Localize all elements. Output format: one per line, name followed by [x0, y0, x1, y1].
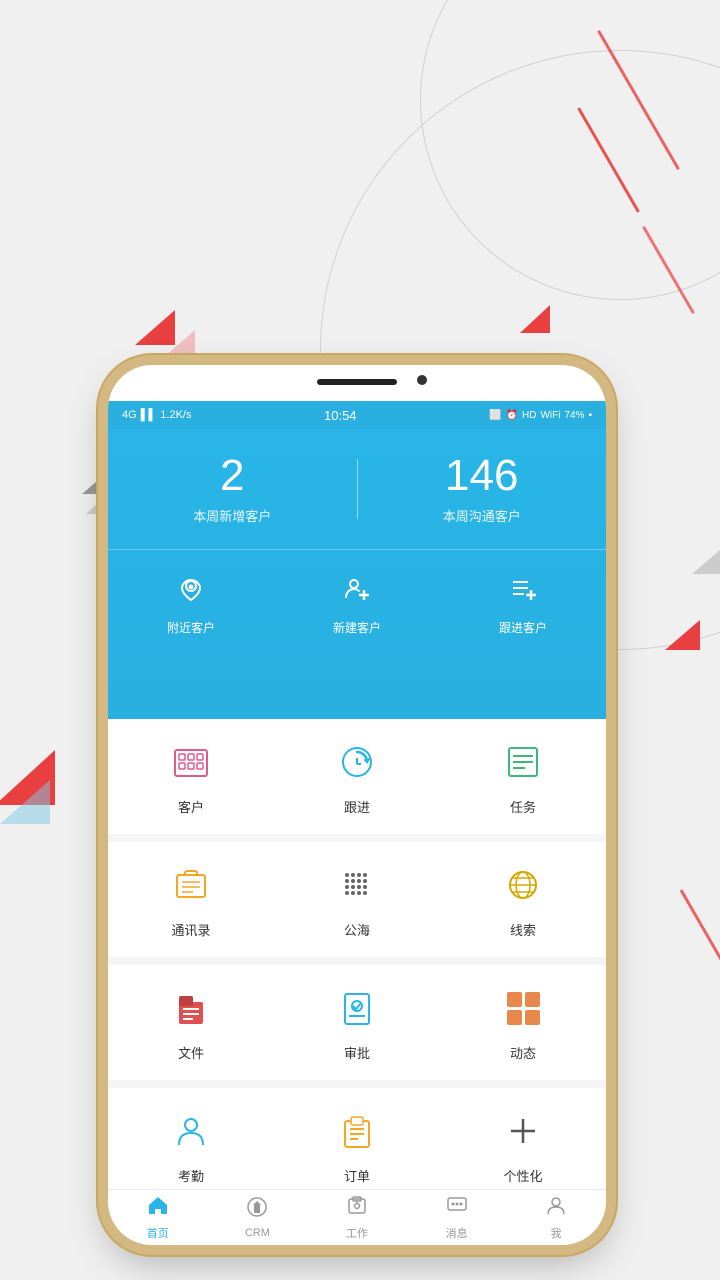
grid-row-1: 客户 跟进: [108, 719, 606, 834]
new-customers-stat: 2 本周新增客户: [108, 454, 357, 525]
dynamic-icon: [498, 983, 548, 1033]
grid-row-3: 文件 审批: [108, 965, 606, 1080]
new-customer-button[interactable]: 新建客户: [333, 574, 381, 636]
followup-label: 跟进客户: [499, 619, 547, 636]
phone-speaker: [317, 379, 397, 385]
nearby-icon: [176, 574, 206, 611]
speed-label: 1.2K/s: [160, 409, 191, 421]
wifi-icon: WiFi: [540, 410, 560, 421]
nav-work[interactable]: 工作: [327, 1194, 387, 1241]
grid-row-2: 通讯录: [108, 842, 606, 957]
contacted-customers-label: 本周沟通客户: [443, 506, 521, 525]
grid-item-leads[interactable]: 线索: [483, 860, 563, 939]
work-icon: [346, 1194, 368, 1222]
nav-crm-label: CRM: [245, 1227, 270, 1239]
files-label: 文件: [178, 1043, 204, 1062]
phone-frame: 4G ▌▌ 1.2K/s 10:54 ⬜ ⏰ HD WiFi 74% ▪ 2 本…: [108, 365, 606, 1245]
grid-item-tasks[interactable]: 任务: [483, 737, 563, 816]
contacts-label: 通讯录: [171, 920, 210, 939]
network-label: 4G: [122, 409, 137, 421]
grid-row-4: 考勤 订单: [108, 1088, 606, 1189]
nav-work-label: 工作: [346, 1225, 368, 1241]
signal-icon: ▌▌: [141, 409, 157, 421]
contacts-icon: [166, 860, 216, 910]
nav-me-label: 我: [551, 1225, 562, 1241]
bottom-nav: 首页 CRM 工作: [108, 1189, 606, 1245]
followup-grid-icon: [332, 737, 382, 787]
nav-home-label: 首页: [147, 1225, 169, 1241]
followup-grid-label: 跟进: [344, 797, 370, 816]
grid-item-customers[interactable]: 客户: [151, 737, 231, 816]
grid-item-followup[interactable]: 跟进: [317, 737, 397, 816]
sim-icon: ⬜: [489, 410, 501, 421]
status-right: ⬜ ⏰ HD WiFi 74% ▪: [489, 410, 592, 421]
customers-label: 客户: [178, 797, 204, 816]
sea-icon: [332, 860, 382, 910]
grid-item-custom[interactable]: 个性化: [483, 1106, 563, 1185]
sea-label: 公海: [344, 920, 370, 939]
followup-customer-button[interactable]: 跟进客户: [499, 574, 547, 636]
phone-camera: [417, 375, 427, 385]
hd-label: HD: [522, 410, 536, 421]
custom-label: 个性化: [503, 1166, 542, 1185]
approval-label: 审批: [344, 1043, 370, 1062]
files-icon: [166, 983, 216, 1033]
home-icon: [147, 1194, 169, 1222]
quick-actions: 附近客户 新建客户: [108, 549, 606, 659]
stats-row: 2 本周新增客户 146 本周沟通客户: [108, 429, 606, 549]
battery-icon: ▪: [588, 410, 592, 421]
approval-icon: [332, 983, 382, 1033]
nearby-label: 附近客户: [167, 619, 215, 636]
order-icon: [332, 1106, 382, 1156]
contacted-customers-number: 146: [445, 454, 518, 498]
nearby-customers-button[interactable]: 附近客户: [167, 574, 215, 636]
grid-item-approval[interactable]: 审批: [317, 983, 397, 1062]
status-bar: 4G ▌▌ 1.2K/s 10:54 ⬜ ⏰ HD WiFi 74% ▪: [108, 401, 606, 429]
nav-messages[interactable]: 消息: [427, 1194, 487, 1241]
leads-label: 线索: [510, 920, 536, 939]
crm-icon: [246, 1196, 268, 1224]
tasks-label: 任务: [510, 797, 536, 816]
app-grid: 客户 跟进: [108, 719, 606, 1189]
custom-icon: [498, 1106, 548, 1156]
nav-me[interactable]: 我: [526, 1194, 586, 1241]
battery-label: 74%: [564, 410, 584, 421]
new-customer-icon: [342, 574, 372, 611]
me-icon: [545, 1194, 567, 1222]
new-customers-label: 本周新增客户: [193, 506, 271, 525]
grid-item-dynamic[interactable]: 动态: [483, 983, 563, 1062]
alarm-icon: ⏰: [506, 410, 518, 421]
time-display: 10:54: [324, 408, 357, 423]
order-label: 订单: [344, 1166, 370, 1185]
messages-icon: [446, 1194, 468, 1222]
grid-item-files[interactable]: 文件: [151, 983, 231, 1062]
nav-crm[interactable]: CRM: [227, 1196, 287, 1239]
new-customer-label: 新建客户: [333, 619, 381, 636]
followup-icon: [508, 574, 538, 611]
leads-icon: [498, 860, 548, 910]
status-left: 4G ▌▌ 1.2K/s: [122, 409, 191, 421]
attendance-label: 考勤: [178, 1166, 204, 1185]
dynamic-label: 动态: [510, 1043, 536, 1062]
grid-item-contacts[interactable]: 通讯录: [151, 860, 231, 939]
grid-item-order[interactable]: 订单: [317, 1106, 397, 1185]
new-customers-number: 2: [220, 454, 244, 498]
customers-icon: [166, 737, 216, 787]
tasks-icon: [498, 737, 548, 787]
contacted-customers-stat: 146 本周沟通客户: [358, 454, 607, 525]
grid-item-attendance[interactable]: 考勤: [151, 1106, 231, 1185]
grid-item-sea[interactable]: 公海: [317, 860, 397, 939]
attendance-icon: [166, 1106, 216, 1156]
app-header: 2 本周新增客户 146 本周沟通客户 附近客户: [108, 429, 606, 719]
nav-home[interactable]: 首页: [128, 1194, 188, 1241]
nav-messages-label: 消息: [446, 1225, 468, 1241]
